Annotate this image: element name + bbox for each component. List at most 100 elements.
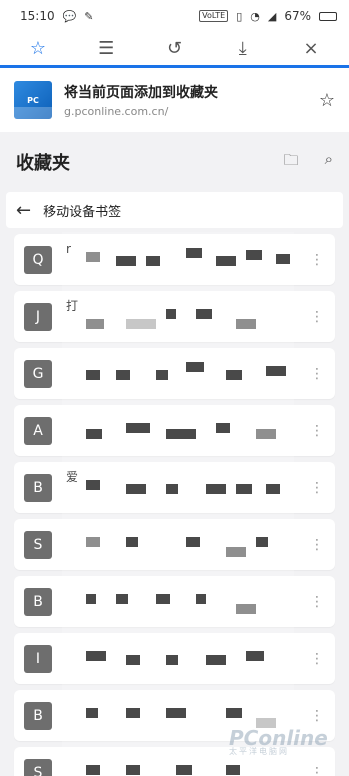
redacted-block [176, 764, 192, 775]
redacted-block [266, 365, 286, 376]
redacted-block [226, 707, 242, 718]
bookmark-item[interactable]: J 打 ⋮ [14, 291, 335, 342]
bookmark-letter-avatar: B [24, 701, 52, 730]
wifi-icon: ◔ [250, 9, 260, 23]
folder-breadcrumb[interactable]: ← 移动设备书签 [6, 192, 343, 228]
redacted-block [156, 369, 168, 380]
redacted-block [236, 483, 252, 494]
bookmark-letter-avatar: G [24, 359, 52, 388]
bookmark-item[interactable]: S ⋮ [14, 519, 335, 570]
redacted-block [116, 593, 128, 604]
star-icon: ☆ [29, 38, 47, 59]
redacted-block [256, 536, 268, 547]
tab-favorites[interactable]: ☆ [8, 32, 68, 66]
status-bar: 15:10 💬 ✎ VoLTE ▯ ◔ ◢ 67% [0, 0, 349, 32]
redacted-block [196, 308, 212, 319]
signal-icon: ◢ [267, 9, 277, 23]
redacted-block [216, 255, 236, 266]
more-options-icon[interactable]: ⋮ [309, 366, 325, 382]
bookmark-letter-avatar: S [24, 758, 52, 776]
bookmark-item[interactable]: I ⋮ [14, 633, 335, 684]
redacted-block [206, 654, 226, 665]
redacted-block [196, 593, 206, 604]
more-options-icon[interactable]: ⋮ [309, 423, 325, 439]
add-favorite-bar[interactable]: PC 将当前页面添加到收藏夹 g.pconline.com.cn/ ☆ [0, 68, 349, 132]
more-options-icon[interactable]: ⋮ [309, 537, 325, 553]
redacted-block [126, 764, 140, 775]
bookmark-letter-avatar: Q [24, 245, 52, 274]
tab-reading-list[interactable]: ☰ [76, 32, 136, 66]
tab-history[interactable]: ↺ [145, 32, 205, 66]
redacted-block [276, 253, 290, 264]
redacted-block [126, 422, 150, 433]
more-options-icon[interactable]: ⋮ [309, 594, 325, 610]
bookmark-item[interactable]: A ⋮ [14, 405, 335, 456]
bookmark-item[interactable]: B ⋮ [14, 576, 335, 627]
redacted-block [86, 369, 100, 380]
volte-badge: VoLTE [199, 10, 229, 22]
favorites-header: 收藏夹 🗀 ⌕ [0, 132, 349, 192]
bookmark-item[interactable]: Qr ⋮ [14, 234, 335, 285]
redacted-block [166, 308, 176, 319]
redacted-block [86, 479, 100, 490]
redacted-block [146, 255, 160, 266]
redacted-block [166, 428, 196, 439]
redacted-block [236, 603, 256, 614]
more-options-icon[interactable]: ⋮ [309, 765, 325, 776]
redacted-block [86, 536, 100, 547]
redacted-block [86, 764, 100, 775]
redacted-block [186, 247, 202, 258]
site-logo: PC [14, 81, 52, 119]
bookmark-letter-avatar: B [24, 587, 52, 616]
tab-downloads[interactable]: ⤓ [213, 32, 273, 66]
download-icon: ⤓ [238, 38, 247, 59]
redacted-block [216, 422, 230, 433]
redacted-block [126, 483, 146, 494]
redacted-block [186, 536, 200, 547]
hub-toolbar: ☆ ☰ ↺ ⤓ × [0, 32, 349, 68]
redacted-block [226, 369, 242, 380]
redacted-block [126, 707, 140, 718]
redacted-block [126, 536, 138, 547]
battery-percent: 67% [284, 9, 311, 23]
new-folder-icon[interactable]: 🗀 [284, 150, 299, 175]
reading-list-icon: ☰ [98, 38, 115, 59]
redacted-block [186, 361, 204, 372]
more-options-icon[interactable]: ⋮ [309, 309, 325, 325]
redacted-block [246, 249, 262, 260]
search-icon[interactable]: ⌕ [325, 150, 333, 175]
page-title: 收藏夹 [16, 153, 70, 174]
bookmark-letter-avatar: A [24, 416, 52, 445]
redacted-block [166, 654, 178, 665]
redacted-block [126, 654, 140, 665]
bookmark-letter-avatar: B [24, 473, 52, 502]
more-options-icon[interactable]: ⋮ [309, 708, 325, 724]
redacted-block [226, 764, 240, 775]
more-options-icon[interactable]: ⋮ [309, 480, 325, 496]
redacted-block [246, 650, 264, 661]
redacted-block [126, 318, 156, 329]
folder-name: 移动设备书签 [43, 204, 122, 220]
bookmark-letter-avatar: J [24, 302, 52, 331]
battery-icon [319, 11, 337, 21]
redacted-block [236, 318, 256, 329]
bookmark-item[interactable]: G ⋮ [14, 348, 335, 399]
redacted-block [226, 546, 246, 557]
vibrate-icon: ▯ [236, 9, 243, 23]
add-favorite-title: 将当前页面添加到收藏夹 [64, 85, 218, 101]
bookmark-item[interactable]: B 爱 ⋮ [14, 462, 335, 513]
more-options-icon[interactable]: ⋮ [309, 252, 325, 268]
redacted-block [86, 428, 102, 439]
back-arrow-icon[interactable]: ← [16, 200, 31, 221]
close-button[interactable]: × [281, 32, 341, 66]
redacted-block [266, 483, 280, 494]
redacted-block [206, 483, 226, 494]
redacted-block [86, 251, 100, 262]
chat-icon: 💬 [62, 9, 77, 23]
redacted-block [86, 593, 96, 604]
more-options-icon[interactable]: ⋮ [309, 651, 325, 667]
add-favorite-star-icon[interactable]: ☆ [319, 90, 335, 111]
redacted-block [86, 650, 106, 661]
redacted-block [116, 255, 136, 266]
add-favorite-url: g.pconline.com.cn/ [64, 105, 169, 118]
